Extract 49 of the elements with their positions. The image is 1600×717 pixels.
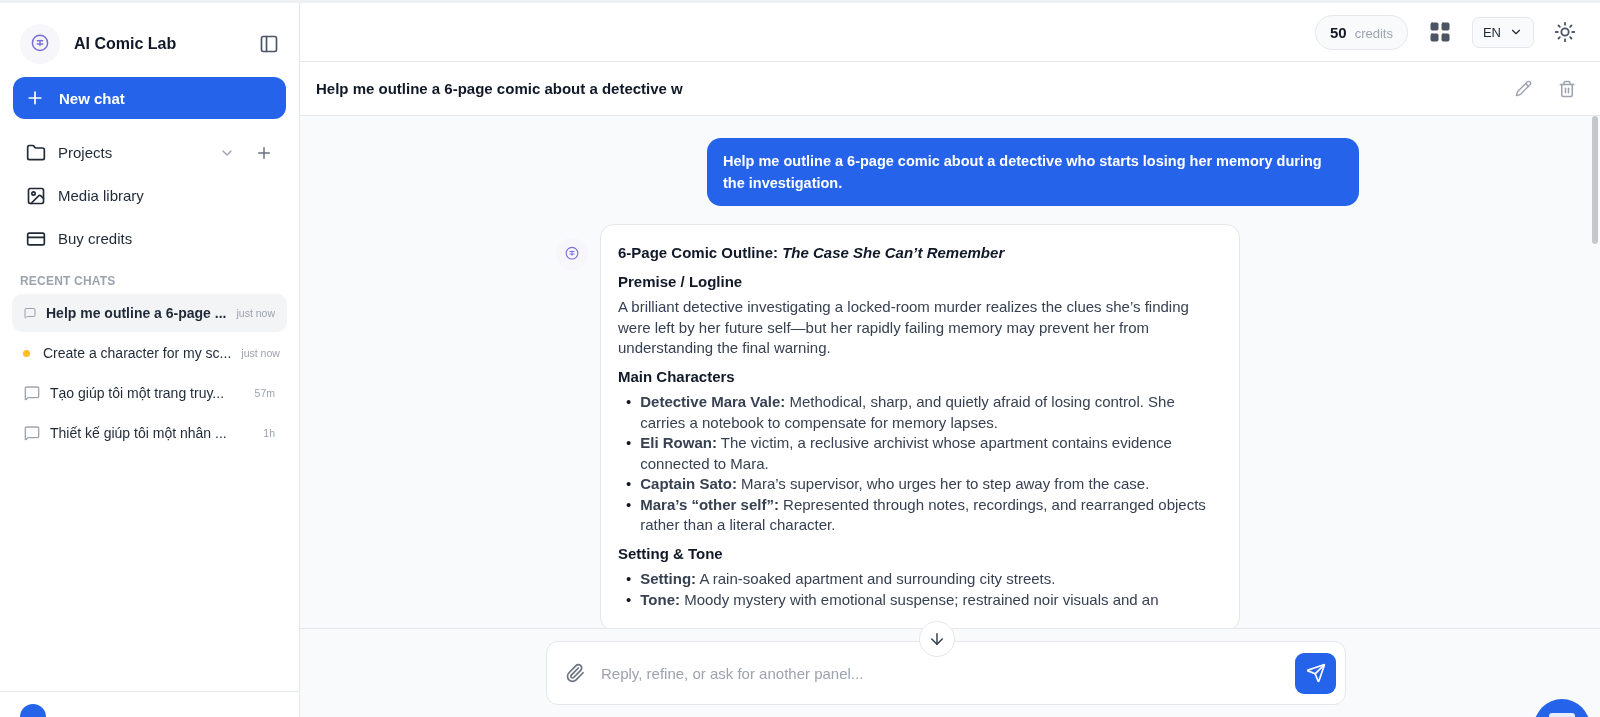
list-item: Detective Mara Vale: Methodical, sharp, and quietly afraid of losing control. She carries a notebook to compensate for memory lapses. — [640, 392, 1176, 433]
edit-icon[interactable] — [1513, 78, 1534, 99]
paragraph: A brilliant detective investigating a locked-room murder realizes the clues she’s finding were left by her future self—but her rapidly failing memory may prevent her from understanding the final warning. — [618, 297, 1190, 358]
theme-toggle-icon[interactable] — [1552, 19, 1578, 45]
section-heading: Main Characters — [618, 366, 736, 387]
list-item: Mara’s “other self”: Represented through notes, recordings, and rearranged objects rather than a literal character. — [640, 494, 1207, 535]
message-input[interactable]: Reply, refine, or ask for another panel... — [546, 641, 1346, 705]
chat-bubble-icon — [24, 425, 40, 441]
bullet: • — [626, 474, 632, 494]
reply-title: 6-Page Comic Outline: The Case She Can’t Remember — [618, 243, 1006, 263]
reply-input[interactable]: Reply, refine, or ask for another panel... — [599, 663, 1281, 683]
list-item: Tone: Moody mystery with emotional suspense; restrained noir visuals and an — [640, 589, 1160, 610]
user-message: Help me outline a 6-page comic about a detective who starts losing her memory during the investigation. — [707, 138, 1359, 206]
recent-chat-item[interactable]: Help me outline a 6-page ... just now — [12, 294, 287, 332]
nav-item[interactable]: Buy credits — [0, 217, 299, 260]
bullet: • — [626, 433, 632, 453]
recent-chat-item[interactable]: Thiết kế giúp tôi một nhân ... 1h — [12, 414, 287, 452]
nav-item[interactable]: Projects — [0, 131, 299, 174]
bullet: • — [626, 589, 632, 610]
credits-pill: 50 credits — [1314, 14, 1408, 50]
send-icon — [1305, 663, 1326, 683]
chat-time: just now — [236, 307, 275, 319]
send-button[interactable] — [1295, 652, 1336, 694]
chat-title: Help me outline a 6-page comic about a detective w — [316, 80, 684, 97]
app-title: AI Comic Lab — [74, 34, 178, 53]
scrollbar-thumb[interactable] — [1592, 116, 1598, 244]
chat-bubble-icon — [24, 305, 36, 321]
section-heading: RECENT CHATS — [19, 273, 117, 290]
list-item: Captain Sato: Mara’s supervisor, who urges her to step away from the case. — [640, 474, 1151, 494]
recent-chat-item[interactable]: Tạo giúp tôi một trang truy... 57m — [12, 374, 287, 412]
bullet: • — [626, 392, 632, 412]
chat-time: just now — [241, 347, 280, 359]
arrow-down-icon — [928, 630, 946, 648]
attach-icon[interactable] — [565, 663, 585, 683]
language-select[interactable]: EN — [1471, 16, 1534, 48]
bullet: • — [626, 569, 632, 589]
new-chat-button[interactable]: New chat — [13, 77, 286, 119]
section-heading: Premise / Logline — [618, 271, 744, 292]
list-item: Setting: A rain-soaked apartment and surrounding city streets. — [640, 569, 1057, 589]
nav-item[interactable]: Media library — [0, 174, 299, 217]
list-item: Eli Rowan: The victim, a reclusive archivist whose apartment contains evidence connected to Mara. — [640, 433, 1173, 474]
recent-chat-item[interactable]: Create a character for my sc... just now — [12, 334, 287, 372]
chat-time: 1h — [263, 427, 275, 439]
folder-icon — [26, 142, 46, 163]
bullet: • — [626, 494, 632, 515]
image-icon — [26, 185, 46, 206]
chat-time: 57m — [254, 387, 275, 399]
section-heading: Setting & Tone — [618, 543, 724, 564]
chat-bubble-icon — [24, 385, 40, 401]
